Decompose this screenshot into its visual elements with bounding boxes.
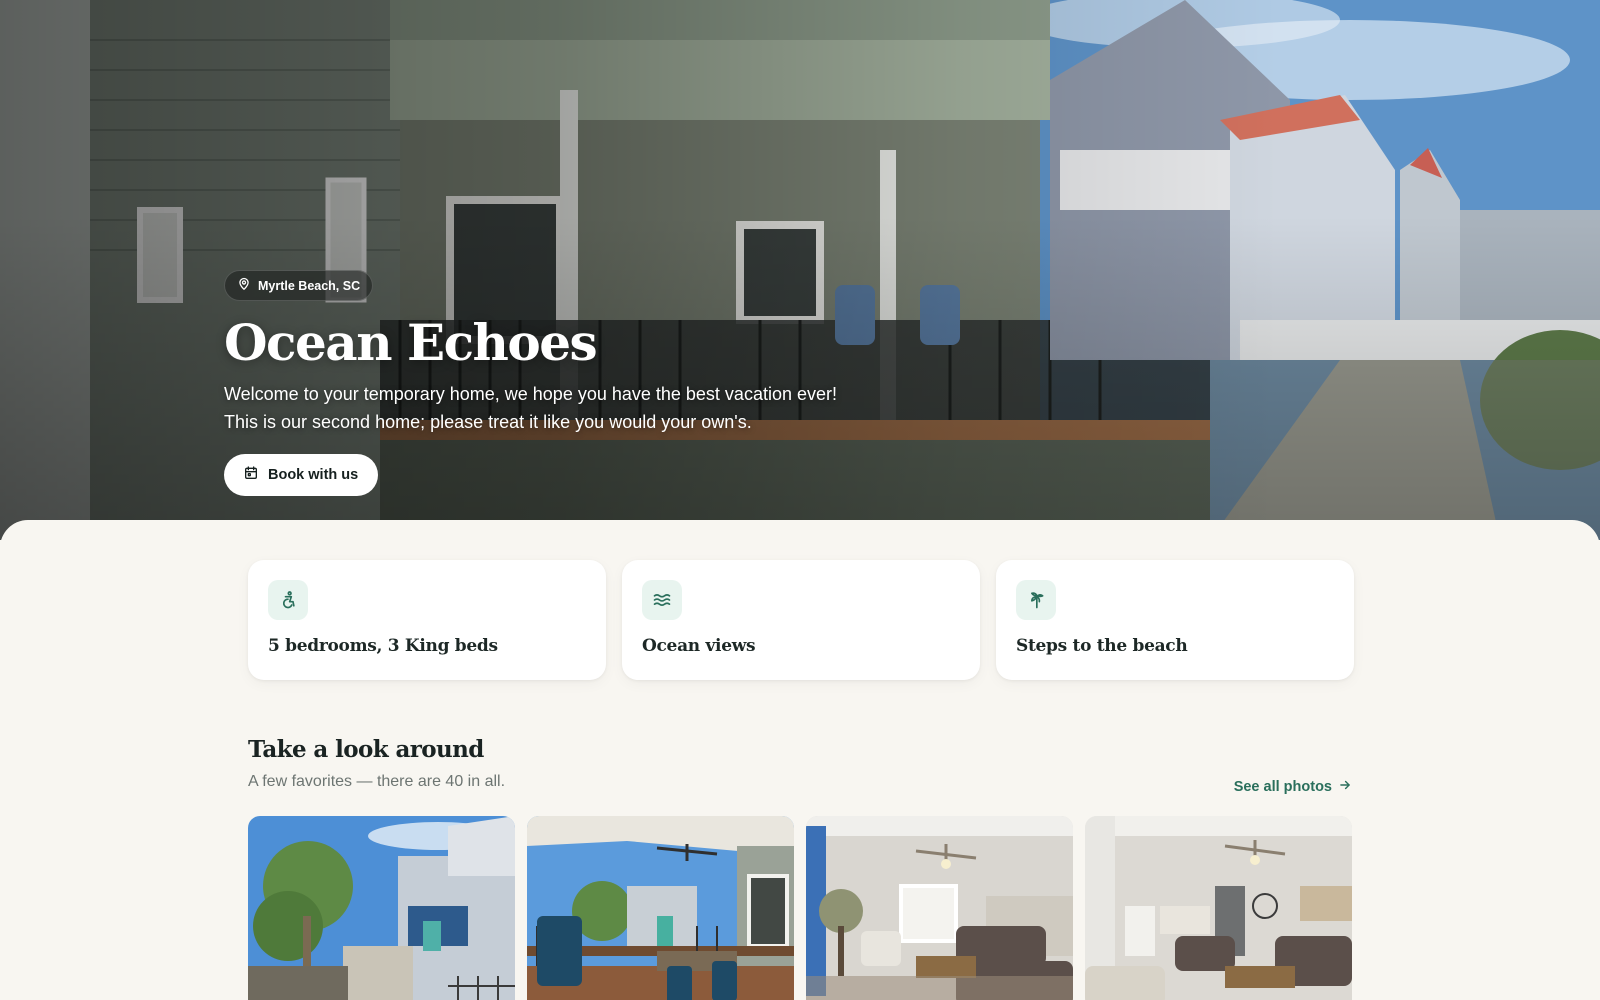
feature-label: 5 bedrooms, 3 King beds [268, 636, 498, 656]
feature-cards: 5 bedrooms, 3 King beds Ocean views Step… [248, 560, 1354, 680]
feature-card-bedrooms: 5 bedrooms, 3 King beds [248, 560, 606, 680]
arrow-right-icon [1338, 778, 1352, 796]
accessibility-icon [268, 580, 308, 620]
gallery-subtitle: A few favorites — there are 40 in all. [248, 773, 506, 790]
book-button-label: Book with us [268, 467, 359, 483]
feature-card-beach: Steps to the beach [996, 560, 1354, 680]
feature-label: Steps to the beach [1016, 636, 1188, 656]
hero-description-line-1: Welcome to your temporary home, we hope … [224, 384, 837, 404]
hero-section: Myrtle Beach, SC Ocean Echoes Welcome to… [0, 0, 1600, 540]
see-all-label: See all photos [1233, 779, 1332, 795]
content-panel: 5 bedrooms, 3 King beds Ocean views Step… [0, 520, 1600, 1000]
see-all-photos-link[interactable]: See all photos [1234, 778, 1352, 796]
location-badge: Myrtle Beach, SC [224, 270, 374, 301]
waves-icon [642, 580, 682, 620]
feature-label: Ocean views [642, 636, 756, 656]
calendar-icon [243, 465, 259, 485]
hero-content: Myrtle Beach, SC Ocean Echoes Welcome to… [224, 270, 984, 496]
feature-card-ocean-views: Ocean views [622, 560, 980, 680]
map-pin-icon [237, 277, 251, 294]
gallery-header: Take a look around A few favorites — the… [248, 736, 1352, 795]
hero-description-line-2: This is our second home; please treat it… [224, 412, 752, 432]
photo-street-view[interactable] [248, 816, 515, 1000]
page-title: Ocean Echoes [224, 313, 598, 372]
photo-living-dining[interactable] [1085, 816, 1352, 1000]
hero-description: Welcome to your temporary home, we hope … [224, 380, 984, 436]
palm-tree-icon [1016, 580, 1056, 620]
book-button[interactable]: Book with us [224, 454, 379, 496]
photo-gallery [248, 816, 1352, 1000]
photo-living-room[interactable] [806, 816, 1073, 1000]
photo-porch-deck[interactable] [527, 816, 794, 1000]
gallery-title: Take a look around [248, 736, 484, 763]
location-text: Myrtle Beach, SC [258, 278, 361, 293]
